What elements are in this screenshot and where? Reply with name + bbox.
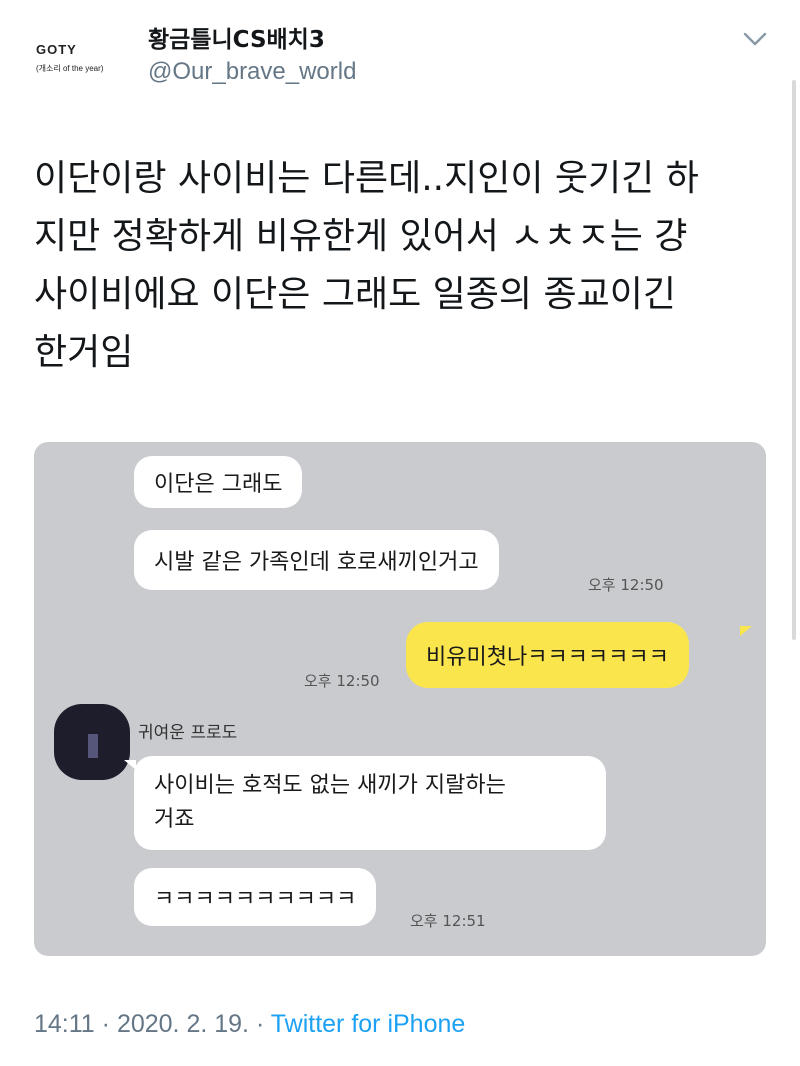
message-timestamp: 오후 12:50	[304, 672, 380, 690]
tweet-header: GOTY (개소리 of the year) 황금틀니CS배치3 @Our_br…	[0, 0, 800, 110]
message-timestamp: 오후 12:50	[588, 576, 664, 594]
message-text: ㅋㅋㅋㅋㅋㅋㅋㅋㅋㅋ	[154, 887, 357, 912]
chat-bubble-received: 이단은 그래도	[134, 456, 303, 508]
message-text: 비유미쳣나ㅋㅋㅋㅋㅋㅋㅋ	[426, 645, 669, 670]
friend-name: 귀여운 프로도	[138, 723, 238, 743]
chat-bubble-received: ㅋㅋㅋㅋㅋㅋㅋㅋㅋㅋ	[134, 868, 377, 926]
separator: ·	[94, 1010, 117, 1038]
tweet-date[interactable]: 2020. 2. 19.	[117, 1010, 249, 1038]
tweet-meta: 14:11 · 2020. 2. 19. · Twitter for iPhon…	[34, 1010, 465, 1039]
profile-avatar[interactable]: GOTY (개소리 of the year)	[22, 28, 132, 88]
bubble-tail	[124, 760, 136, 770]
message-text: 사이비는 호적도 없는 새끼가 지랄하는 거죠	[154, 773, 506, 832]
tweet-source-link[interactable]: Twitter for iPhone	[271, 1010, 466, 1038]
separator: ·	[249, 1010, 271, 1038]
chevron-down-icon[interactable]	[742, 30, 768, 48]
message-timestamp: 오후 12:51	[410, 912, 486, 930]
chat-screenshot-image[interactable]: 이단은 그래도 시발 같은 가족인데 호로새끼인거고 오후 12:50 비유미쳣…	[34, 442, 766, 956]
avatar-blur	[88, 734, 98, 758]
avatar-subtitle: (개소리 of the year)	[36, 64, 104, 73]
tweet-time[interactable]: 14:11	[34, 1010, 95, 1038]
friend-avatar[interactable]	[54, 704, 130, 780]
user-handle[interactable]: @Our_brave_world	[148, 58, 356, 86]
avatar-title: GOTY	[36, 42, 77, 57]
chat-bubble-received: 사이비는 호적도 없는 새끼가 지랄하는 거죠	[134, 756, 606, 850]
message-text: 시발 같은 가족인데 호로새끼인거고	[154, 550, 479, 575]
chat-bubble-sent: 비유미쳣나ㅋㅋㅋㅋㅋㅋㅋ	[406, 622, 689, 688]
chat-bubble-received: 시발 같은 가족인데 호로새끼인거고	[134, 530, 499, 590]
scrollbar[interactable]	[792, 80, 796, 640]
tweet-text: 이단이랑 사이비는 다른데..지인이 웃기긴 하 지만 정확하게 비유한게 있어…	[34, 158, 699, 373]
display-name[interactable]: 황금틀니CS배치3	[148, 20, 325, 54]
bubble-tail	[740, 626, 752, 636]
message-text: 이단은 그래도	[154, 472, 283, 497]
